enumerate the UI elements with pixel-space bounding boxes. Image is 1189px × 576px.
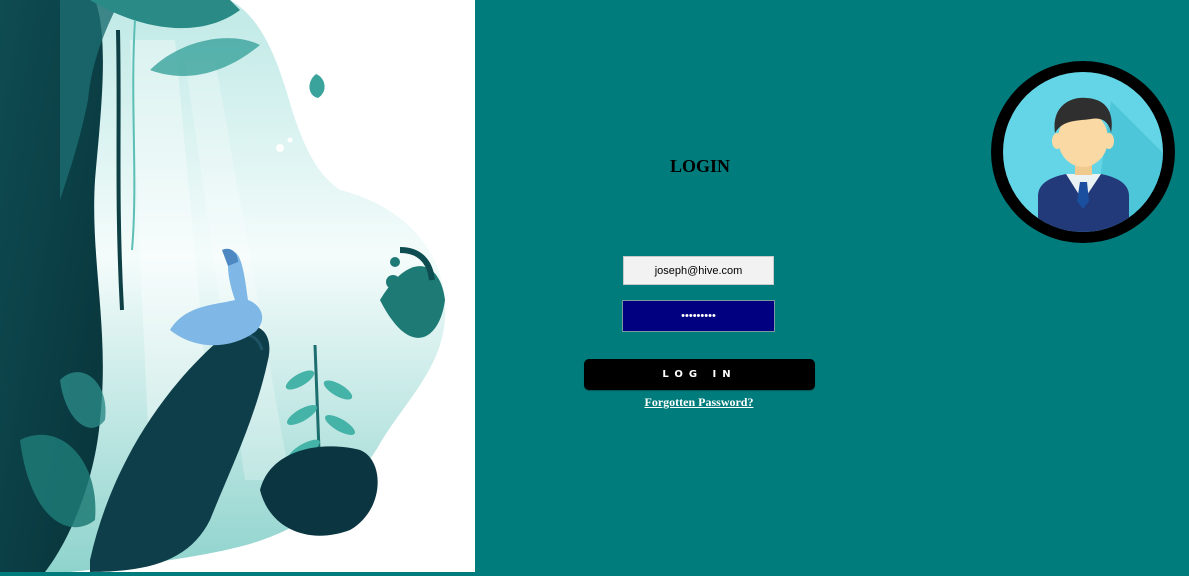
jungle-illustration [0, 0, 475, 572]
page-title: LOGIN [669, 156, 730, 176]
login-page: LOGIN LOG IN Forgotten Password? [0, 0, 1189, 576]
password-field[interactable] [622, 300, 775, 332]
forgot-password-link[interactable]: Forgotten Password? [620, 395, 778, 410]
user-avatar-icon [991, 61, 1176, 243]
email-field[interactable] [623, 256, 774, 285]
login-button[interactable]: LOG IN [584, 359, 815, 390]
